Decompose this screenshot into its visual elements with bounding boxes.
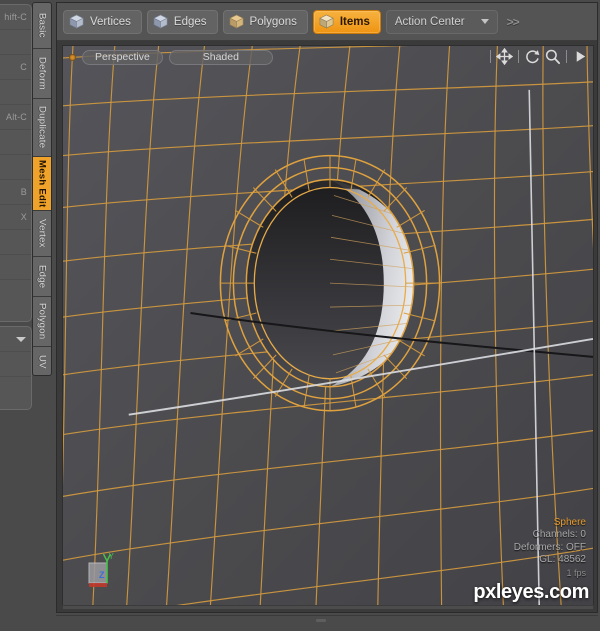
- action-center-dropdown[interactable]: Action Center: [385, 9, 498, 34]
- tool-row[interactable]: Alt-C: [0, 105, 31, 130]
- tool-row[interactable]: C: [0, 55, 31, 80]
- resize-handle[interactable]: [316, 619, 327, 622]
- toolbar-overflow-button[interactable]: >>: [503, 15, 523, 29]
- viewport-active-indicator-icon: [69, 53, 76, 61]
- sidebar-item-duplicate[interactable]: Duplicate: [33, 99, 51, 157]
- viewport-bottom-strip: [62, 605, 594, 610]
- divider: [490, 50, 491, 63]
- cube-icon: [153, 14, 168, 29]
- sidebar-item-uv[interactable]: UV: [33, 347, 51, 375]
- tool-row[interactable]: [0, 80, 31, 105]
- tool-row[interactable]: B: [0, 180, 31, 205]
- zoom-icon[interactable]: [544, 48, 561, 65]
- chevron-down-icon: [16, 336, 26, 342]
- items-button[interactable]: Items: [312, 9, 381, 34]
- tool-row[interactable]: X: [0, 205, 31, 230]
- divider: [518, 50, 519, 63]
- tool-group-secondary: [0, 326, 32, 410]
- dropdown-label: Action Center: [394, 15, 465, 28]
- tool-row[interactable]: [0, 377, 31, 402]
- tool-row[interactable]: [0, 155, 31, 180]
- cube-icon: [319, 14, 334, 29]
- cube-icon: [228, 14, 244, 29]
- tool-row[interactable]: [0, 255, 31, 280]
- button-label: Items: [339, 15, 370, 28]
- viewport-panel: Vertices Edges Polygons Items Action Cen…: [56, 2, 598, 613]
- tool-row[interactable]: [0, 230, 31, 255]
- sidebar-item-polygon[interactable]: Polygon: [33, 297, 51, 347]
- sidebar-item-edge[interactable]: Edge: [33, 257, 51, 297]
- sidebar-item-mesh-edit[interactable]: Mesh Edit: [33, 157, 51, 211]
- button-label: Polygons: [249, 15, 297, 28]
- tool-row[interactable]: [0, 352, 31, 377]
- tab-label: Deform: [36, 57, 48, 90]
- projection-dropdown[interactable]: Perspective: [82, 49, 163, 65]
- sidebar-item-deform[interactable]: Deform: [33, 49, 51, 99]
- mode-toolbar: Vertices Edges Polygons Items Action Cen…: [57, 3, 597, 41]
- tool-row[interactable]: hift-C: [0, 5, 31, 30]
- gizmo-z-label: Z: [99, 570, 105, 580]
- vertical-tab-strip: Basic Deform Duplicate Mesh Edit Vertex …: [32, 2, 52, 376]
- shading-label: Shaded: [202, 51, 239, 63]
- sidebar-item-vertex[interactable]: Vertex: [33, 211, 51, 257]
- tab-label: Basic: [36, 13, 48, 38]
- tool-row[interactable]: [0, 280, 31, 305]
- tab-label: Polygon: [36, 303, 48, 340]
- vertices-button[interactable]: Vertices: [63, 9, 142, 34]
- tool-row[interactable]: [0, 30, 31, 55]
- button-label: Vertices: [90, 15, 131, 28]
- application-window: hift-C C Alt-C B X Basic Deform Duplicat…: [0, 0, 600, 631]
- gizmo-y-label: Y: [109, 552, 115, 561]
- viewport-nav-tools: [488, 48, 589, 65]
- 3d-viewport[interactable]: Perspective Shaded Sphere Channels: 0 De…: [62, 45, 594, 606]
- cube-icon: [69, 14, 84, 29]
- tab-label: UV: [36, 354, 48, 369]
- tab-label: Duplicate: [36, 106, 48, 149]
- tool-row[interactable]: [0, 130, 31, 155]
- divider: [566, 50, 567, 63]
- edges-button[interactable]: Edges: [146, 9, 218, 34]
- move-icon[interactable]: [496, 48, 513, 65]
- tab-label: Vertex: [36, 219, 48, 248]
- status-bar: [56, 615, 598, 631]
- left-tool-column: hift-C C Alt-C B X: [0, 0, 32, 631]
- projection-label: Perspective: [95, 51, 150, 63]
- polygons-button[interactable]: Polygons: [222, 9, 308, 34]
- viewport-canvas: [63, 46, 593, 605]
- chevron-down-icon: [480, 19, 489, 24]
- tool-group-primary: hift-C C Alt-C B X: [0, 4, 32, 322]
- sidebar-item-basic[interactable]: Basic: [33, 3, 51, 49]
- tab-label: Mesh Edit: [36, 159, 48, 208]
- shading-dropdown[interactable]: Shaded: [168, 49, 273, 65]
- button-label: Edges: [173, 15, 207, 28]
- rotate-icon[interactable]: [524, 48, 541, 65]
- tool-dropdown[interactable]: [0, 327, 31, 352]
- tab-label: Edge: [36, 264, 48, 289]
- play-icon[interactable]: [572, 48, 589, 65]
- axis-gizmo[interactable]: Y Z: [81, 545, 129, 593]
